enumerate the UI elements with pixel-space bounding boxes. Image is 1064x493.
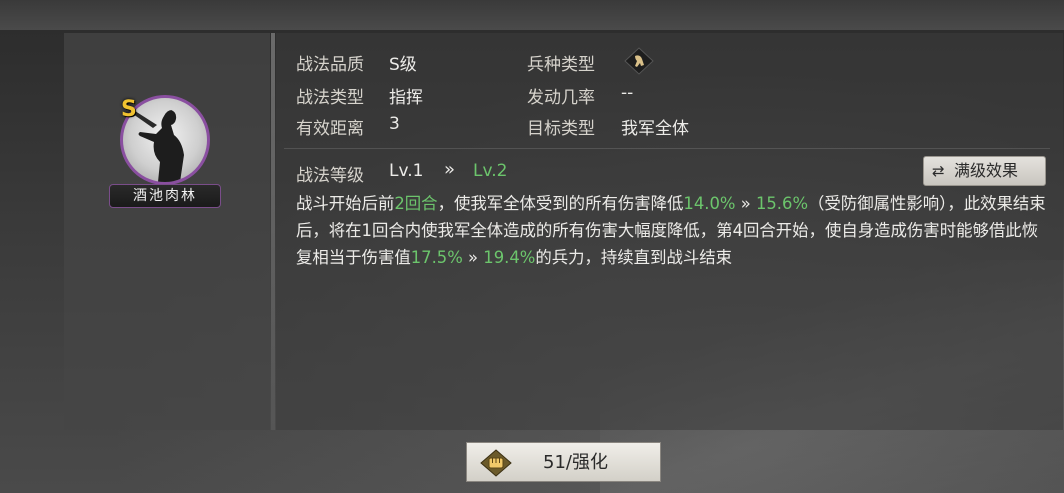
desc-rounds: 2回合 xyxy=(394,194,438,213)
level-current: Lv.1 xyxy=(389,161,424,181)
desc-dmg-current: 14.0% xyxy=(683,194,736,213)
hero-panel xyxy=(64,33,270,430)
max-level-effect-button[interactable]: ⇄ 满级效果 xyxy=(923,156,1046,186)
quality-label: 战法品质 xyxy=(296,55,364,75)
desc-text-4: 的兵力，持续直到战斗结束 xyxy=(535,248,733,267)
desc-heal-current: 17.5% xyxy=(410,248,463,267)
range-label: 有效距离 xyxy=(296,119,364,139)
desc-text-2: ，使我军全体受到的所有伤害降低 xyxy=(437,194,684,213)
section-divider xyxy=(284,148,1050,149)
tactic-name: 酒池肉林 xyxy=(109,184,221,208)
level-label: 战法等级 xyxy=(296,166,364,186)
range-value: 3 xyxy=(389,114,400,134)
max-level-effect-label: 满级效果 xyxy=(954,161,1019,180)
rate-label: 发动几率 xyxy=(527,88,595,108)
arm-type-label: 兵种类型 xyxy=(527,55,595,75)
quality-value: S级 xyxy=(389,55,417,75)
desc-arrow-1: » xyxy=(735,194,756,213)
type-value: 指挥 xyxy=(389,88,423,108)
fist-icon xyxy=(480,449,512,477)
rate-value: -- xyxy=(621,83,634,103)
tactic-description: 战斗开始后前2回合，使我军全体受到的所有伤害降低14.0% » 15.6%（受防… xyxy=(296,190,1048,271)
cavalry-emblem-icon xyxy=(624,47,654,75)
level-next: Lv.2 xyxy=(473,161,508,181)
panel-divider xyxy=(271,33,275,430)
target-label: 目标类型 xyxy=(527,119,595,139)
swap-arrows-icon: ⇄ xyxy=(932,162,945,180)
top-strip xyxy=(0,0,1064,30)
grade-badge: S xyxy=(121,97,137,122)
type-label: 战法类型 xyxy=(296,88,364,108)
desc-dmg-next: 15.6% xyxy=(755,194,809,213)
level-arrow: » xyxy=(444,159,456,180)
target-value: 我军全体 xyxy=(621,119,689,139)
desc-arrow-2: » xyxy=(462,248,484,267)
desc-text-1: 战斗开始后前 xyxy=(296,194,395,213)
desc-heal-next: 19.4% xyxy=(483,248,536,267)
enhance-label: 51/强化 xyxy=(543,452,608,473)
